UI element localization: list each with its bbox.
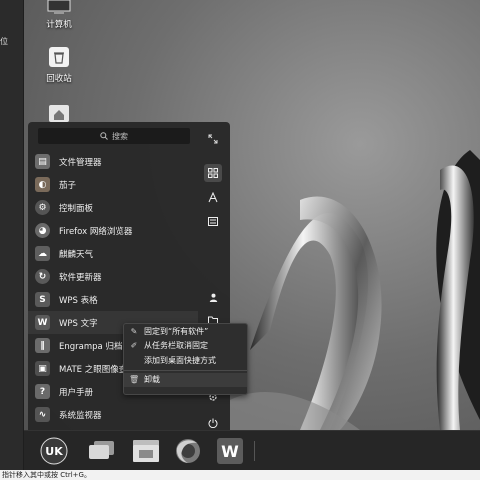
app-item-control-panel[interactable]: ⚙ 控制面板	[28, 196, 198, 219]
user-button[interactable]	[204, 288, 222, 306]
start-button[interactable]: UK	[38, 435, 70, 467]
image-viewer-icon: ▣	[35, 361, 50, 376]
category-view-button[interactable]	[204, 212, 222, 230]
context-item-label: 添加到桌面快捷方式	[144, 355, 216, 365]
context-item-unpin-from-taskbar[interactable]: ✐ 从任务栏取消固定	[124, 339, 247, 354]
user-icon	[209, 293, 217, 302]
context-menu: ✎ 固定到“所有软件” ✐ 从任务栏取消固定 添加到桌面快捷方式 🗑 卸载	[123, 323, 248, 395]
software-updater-icon: ↻	[35, 269, 50, 284]
app-item-firefox[interactable]: ◕ Firefox 网络浏览器	[28, 219, 198, 242]
expand-button[interactable]	[204, 130, 222, 148]
alphabetical-view-button[interactable]	[204, 188, 222, 206]
app-item-system-monitor[interactable]: ∿ 系统监视器	[28, 403, 198, 426]
letter-a-icon	[208, 191, 218, 202]
power-icon	[208, 418, 218, 428]
expand-icon	[208, 134, 218, 144]
firefox-icon	[176, 439, 200, 463]
app-label: WPS 文字	[59, 318, 98, 329]
home-folder-icon	[49, 105, 69, 122]
context-menu-separator	[124, 369, 247, 371]
desktop-icon-computer[interactable]: 计算机	[36, 0, 82, 30]
firefox-task[interactable]	[172, 435, 204, 467]
app-label: 麒麟天气	[59, 249, 94, 260]
wps-spreadsheet-icon: S	[35, 292, 50, 307]
search-input[interactable]: 搜索	[38, 128, 190, 144]
context-item-pin-to-all-apps[interactable]: ✎ 固定到“所有软件”	[124, 324, 247, 339]
wps-writer-task[interactable]: W	[214, 435, 246, 467]
taskbar: UK W	[24, 430, 480, 470]
app-label: Firefox 网络浏览器	[59, 226, 133, 237]
file-manager-icon	[133, 440, 159, 462]
weather-icon: ☁	[35, 246, 50, 261]
app-item-file-manager[interactable]: ▤ 文件管理器	[28, 150, 198, 173]
desktop-icon-trash[interactable]: 回收站	[36, 46, 82, 84]
app-label: 软件更新器	[59, 272, 102, 283]
taskbar-separator	[254, 441, 255, 461]
app-label: 茄子	[59, 180, 77, 191]
context-item-add-desktop-shortcut[interactable]: 添加到桌面快捷方式	[124, 353, 247, 368]
app-label: Engrampa 归档管	[59, 341, 131, 352]
status-bar: 指针移入其中或按 Ctrl+G。	[0, 470, 480, 480]
left-panel-text: 位	[0, 37, 8, 46]
list-icon	[208, 216, 218, 226]
context-item-label: 固定到“所有软件”	[144, 326, 209, 336]
app-item-weather[interactable]: ☁ 麒麟天气	[28, 242, 198, 265]
all-apps-view-button[interactable]	[204, 164, 222, 182]
search-placeholder: 搜索	[112, 131, 128, 141]
control-panel-icon: ⚙	[35, 200, 50, 215]
context-item-uninstall[interactable]: 🗑 卸载	[124, 372, 247, 387]
multitask-icon	[89, 441, 114, 459]
app-label: 文件管理器	[59, 157, 102, 168]
file-manager-task[interactable]	[130, 435, 162, 467]
left-panel: 位	[0, 0, 24, 470]
context-item-label: 卸载	[144, 375, 160, 385]
start-button-text: UK	[45, 445, 63, 458]
archive-manager-icon: ‖	[35, 338, 50, 353]
desktop-icon-label: 回收站	[46, 74, 72, 84]
app-label: WPS 表格	[59, 295, 98, 306]
search-icon	[100, 132, 108, 140]
grid-icon	[208, 168, 218, 178]
wps-writer-icon: W	[217, 438, 243, 464]
user-manual-icon: ?	[35, 384, 50, 399]
app-label: 控制面板	[59, 203, 94, 214]
desktop-icon-label: 计算机	[46, 20, 72, 30]
trash-icon: 🗑	[129, 375, 140, 385]
status-bar-text: 指针移入其中或按 Ctrl+G。	[2, 471, 91, 479]
app-label: 系统监视器	[59, 410, 102, 421]
wps-writer-icon: W	[35, 315, 50, 330]
app-item-wps-spreadsheet[interactable]: S WPS 表格	[28, 288, 198, 311]
ukui-logo-icon: UK	[40, 437, 68, 465]
firefox-icon: ◕	[35, 223, 50, 238]
computer-icon	[47, 0, 71, 14]
app-item-software-updater[interactable]: ↻ 软件更新器	[28, 265, 198, 288]
system-monitor-icon: ∿	[35, 407, 50, 422]
context-item-label: 从任务栏取消固定	[144, 341, 208, 351]
cheese-camera-icon: ◐	[35, 177, 50, 192]
unpin-icon: ✐	[130, 341, 138, 351]
file-manager-icon: ▤	[35, 154, 50, 169]
pin-icon: ✎	[130, 326, 138, 336]
trash-icon	[49, 47, 69, 67]
app-item-cheese[interactable]: ◐ 茄子	[28, 173, 198, 196]
app-label: 用户手册	[59, 387, 94, 398]
multitask-view-button[interactable]	[86, 435, 118, 467]
wps-writer-task-text: W	[221, 442, 239, 461]
